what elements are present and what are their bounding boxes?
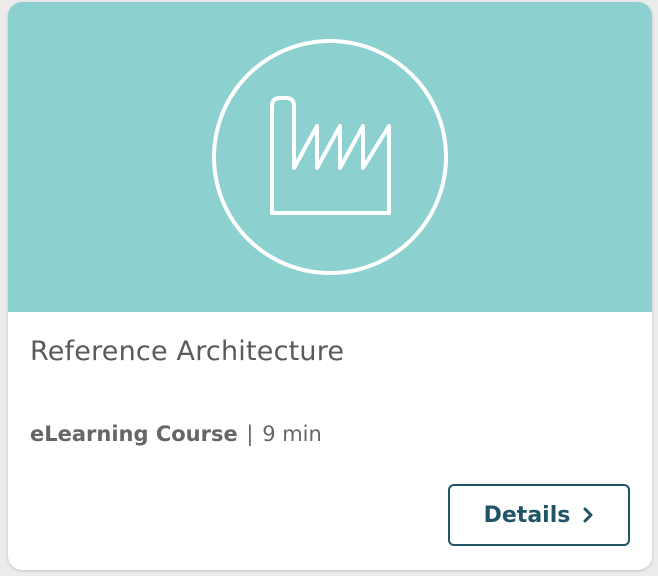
- course-title[interactable]: Reference Architecture: [30, 336, 344, 367]
- course-card[interactable]: Reference Architecture eLearning Course …: [8, 2, 652, 570]
- details-button[interactable]: Details: [448, 484, 630, 546]
- course-thumbnail: [8, 2, 652, 312]
- course-meta: eLearning Course | 9 min: [30, 422, 322, 446]
- factory-icon: [212, 39, 448, 275]
- chevron-right-icon: [583, 507, 593, 523]
- course-duration: 9 min: [262, 422, 322, 446]
- course-type: eLearning Course: [30, 422, 238, 446]
- meta-separator: |: [246, 422, 254, 446]
- details-button-label: Details: [483, 502, 571, 528]
